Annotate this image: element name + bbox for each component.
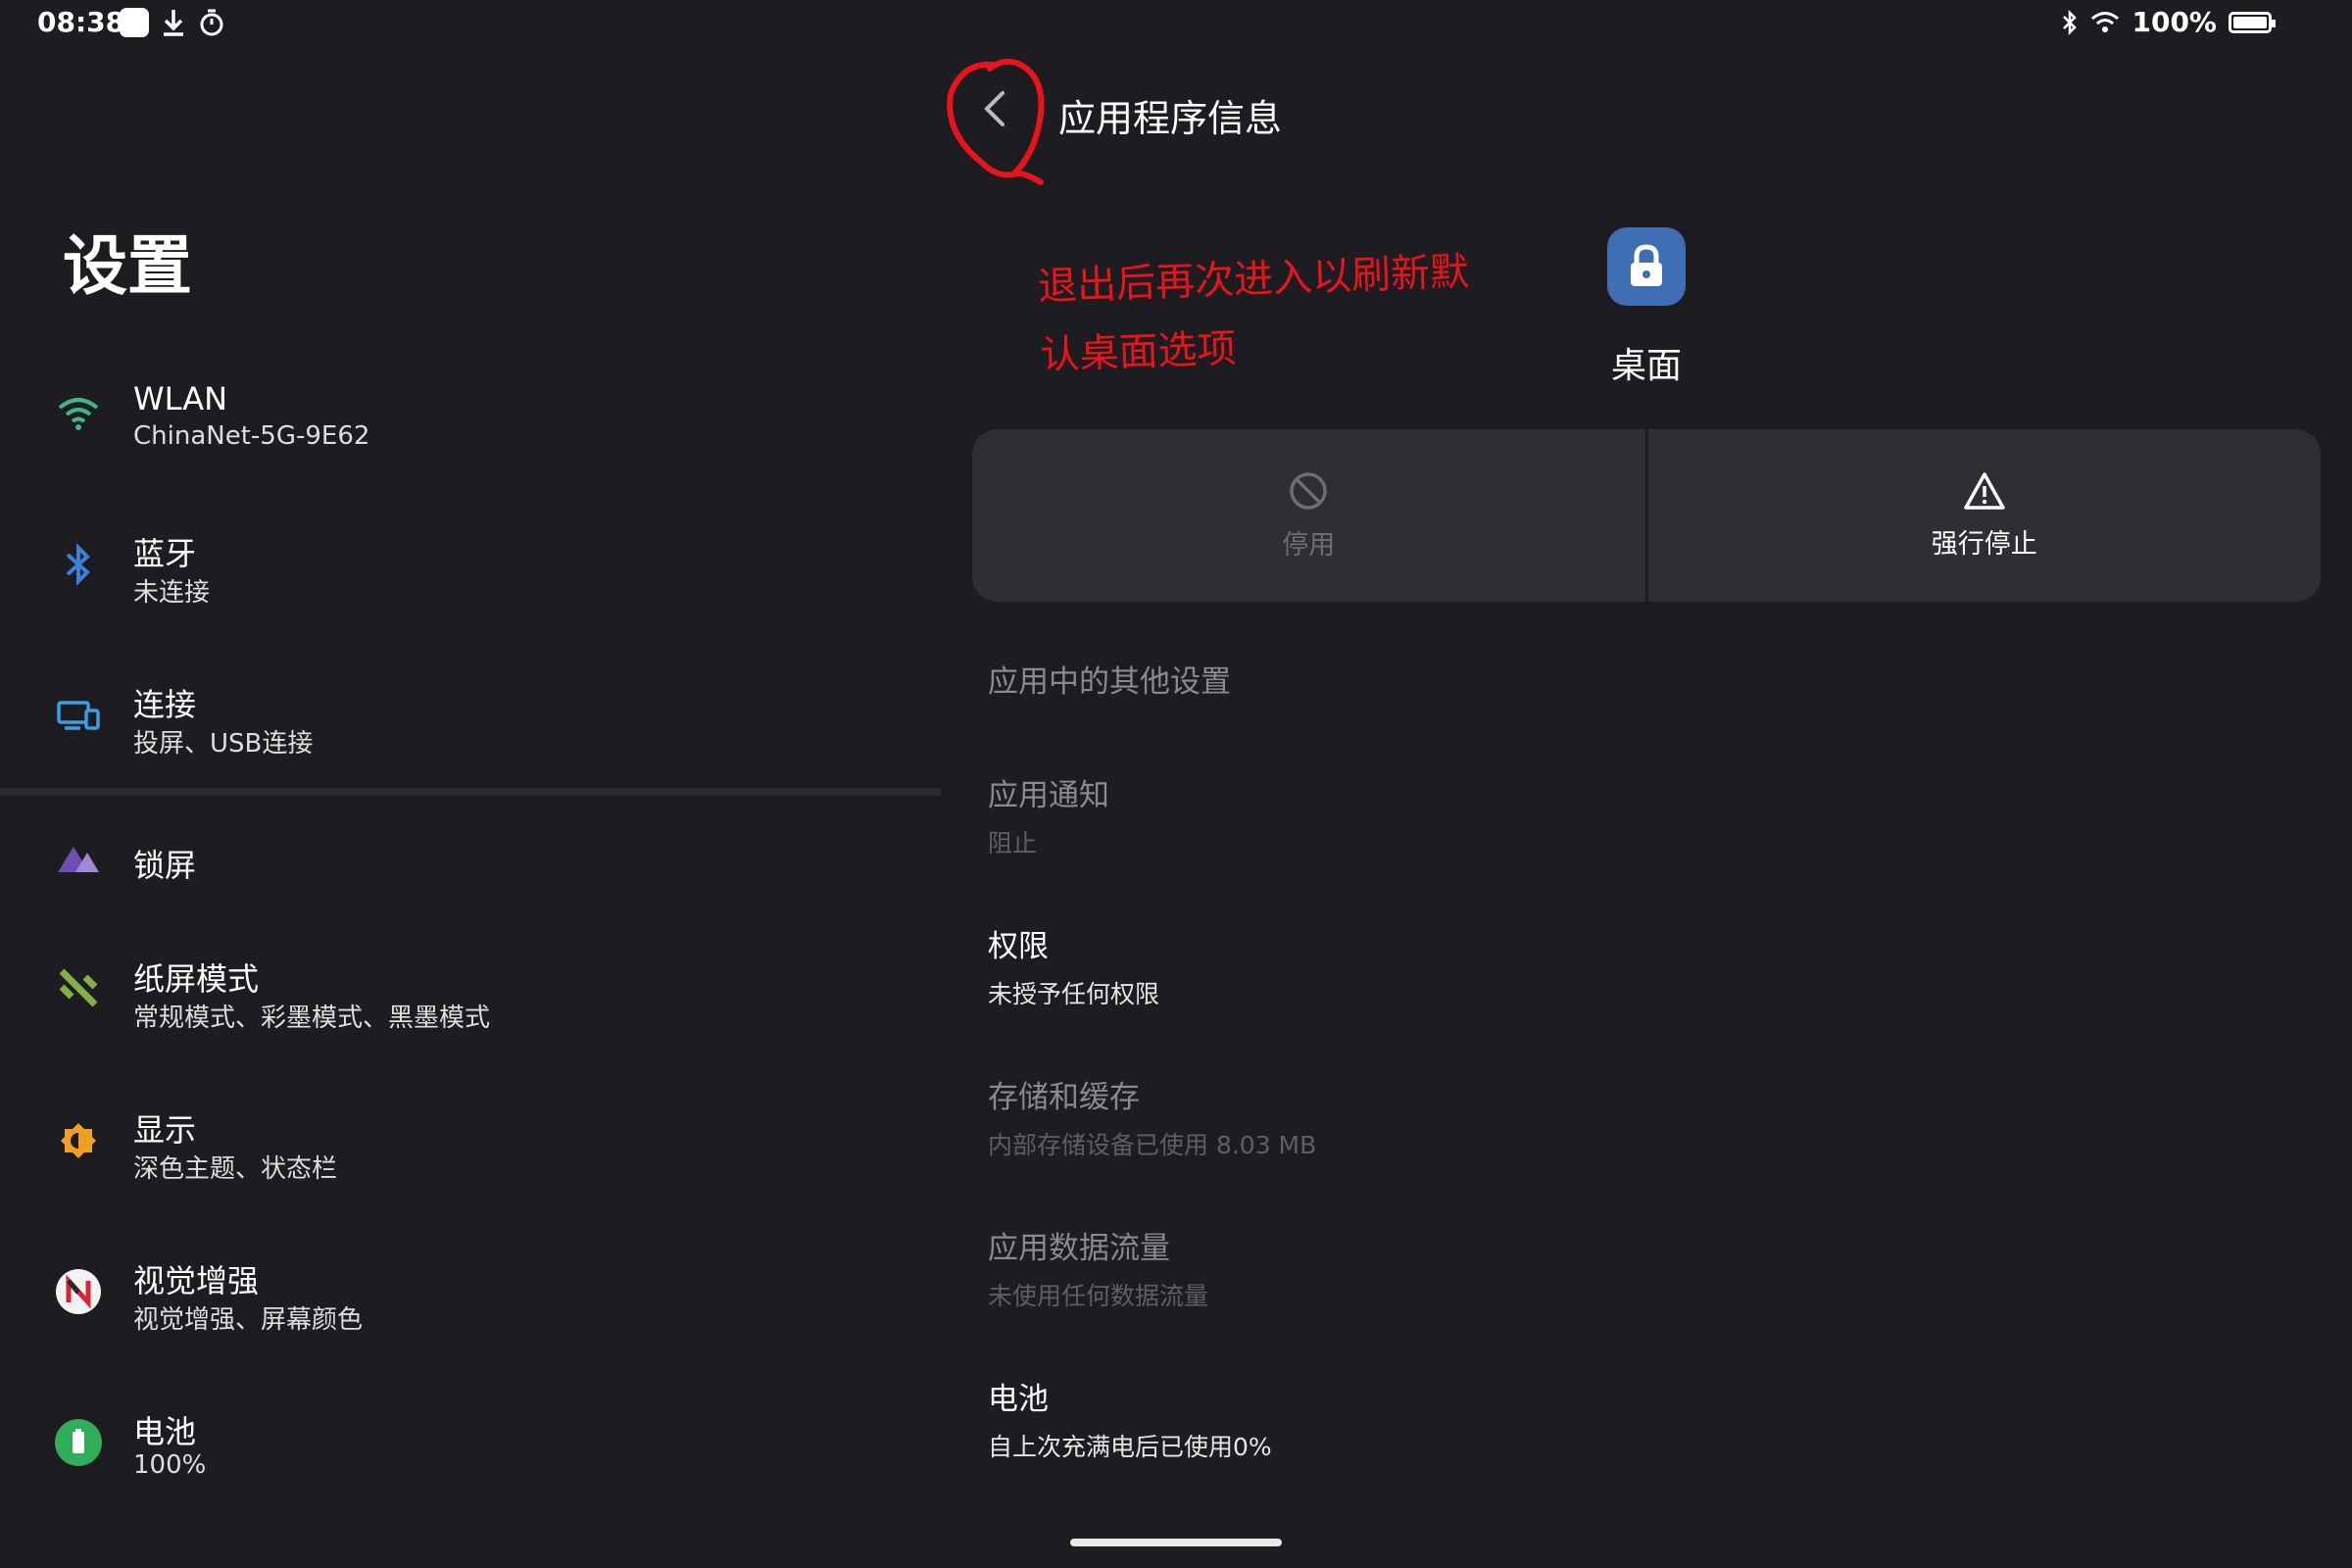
settings-item-sub: 投屏、USB连接	[133, 729, 314, 759]
row-sub: 自上次充满电后已使用0%	[988, 1433, 1272, 1461]
settings-item-sub: 未连接	[133, 578, 211, 608]
app-icon	[1607, 227, 1686, 306]
row-data-usage[interactable]: 应用数据流量 未使用任何数据流量	[988, 1223, 1208, 1312]
app-name-text: 桌面	[1610, 346, 1682, 386]
settings-item-wlan[interactable]: WLAN ChinaNet-5G-9E62	[39, 355, 921, 472]
row-sub: 阻止	[988, 829, 1038, 858]
disable-label: 停用	[1282, 529, 1336, 561]
settings-item-visual-enhance[interactable]: 视觉增强 视觉增强、屏幕颜色	[39, 1233, 921, 1350]
status-time: 08:38	[37, 6, 125, 38]
lock-icon	[1631, 244, 1662, 286]
timer-icon	[200, 9, 223, 36]
settings-item-display[interactable]: 显示 深色主题、状态栏	[39, 1082, 921, 1200]
block-icon	[1290, 471, 1327, 510]
section-divider	[0, 788, 941, 796]
row-other-settings[interactable]: 应用中的其他设置	[988, 657, 1231, 701]
settings-item-label: 锁屏	[133, 847, 197, 884]
wifi-status-icon	[2091, 11, 2120, 32]
notification-app-icon	[120, 8, 149, 37]
paper-mode-icon	[49, 958, 108, 1017]
status-left-icons	[120, 8, 225, 37]
row-permissions[interactable]: 权限 未授予任何权限	[988, 921, 1159, 1010]
warning-icon	[1964, 471, 2005, 510]
action-bar: 停用 强行停止	[972, 429, 2321, 602]
home-gesture-bar[interactable]	[1070, 1539, 1282, 1546]
settings-item-label: WLAN	[133, 380, 228, 417]
row-title: 应用通知	[988, 778, 1109, 813]
annotation-text: 退出后再次进入以刷新默 认桌面选项	[1037, 236, 1532, 390]
download-icon	[164, 10, 183, 36]
disable-button[interactable]: 停用	[972, 429, 1645, 602]
settings-item-label: 电池	[133, 1413, 197, 1450]
settings-item-label: 连接	[133, 686, 197, 723]
wifi-icon	[49, 384, 108, 443]
row-notifications[interactable]: 应用通知 阻止	[988, 770, 1109, 859]
settings-item-lockscreen[interactable]: 锁屏	[39, 800, 921, 917]
settings-item-battery[interactable]: 电池 100%	[39, 1384, 921, 1501]
settings-item-connection[interactable]: 连接 投屏、USB连接	[39, 657, 921, 774]
bluetooth-status-icon	[2063, 9, 2078, 35]
settings-item-label: 显示	[133, 1111, 197, 1149]
row-title: 权限	[988, 929, 1049, 964]
status-right: 100%	[2061, 6, 2276, 38]
row-sub: 内部存储设备已使用 8.03 MB	[988, 1131, 1317, 1159]
lockscreen-icon	[49, 829, 108, 888]
settings-item-sub: 100%	[133, 1450, 207, 1480]
row-title: 电池	[988, 1382, 1049, 1417]
settings-item-label: 蓝牙	[133, 535, 197, 572]
row-sub: 未使用任何数据流量	[988, 1282, 1209, 1310]
row-title: 存储和缓存	[988, 1080, 1140, 1115]
settings-item-sub: 深色主题、状态栏	[133, 1154, 338, 1184]
settings-item-paper-mode[interactable]: 纸屏模式 常规模式、彩墨模式、黑墨模式	[39, 929, 921, 1047]
back-button[interactable]	[970, 84, 1019, 133]
display-icon	[49, 1111, 108, 1170]
settings-item-sub: 常规模式、彩墨模式、黑墨模式	[133, 1004, 491, 1033]
battery-percent: 100%	[2132, 6, 2217, 38]
battery-icon	[49, 1413, 108, 1472]
settings-item-sub: 视觉增强、屏幕颜色	[133, 1305, 364, 1335]
app-name: 桌面	[1607, 337, 1686, 388]
settings-item-bluetooth[interactable]: 蓝牙 未连接	[39, 506, 921, 623]
page-title: 应用程序信息	[1058, 97, 1283, 140]
settings-item-label: 纸屏模式	[133, 960, 260, 998]
force-stop-button[interactable]: 强行停止	[1648, 429, 2322, 602]
devices-icon	[49, 686, 108, 745]
row-title: 应用数据流量	[988, 1231, 1170, 1266]
row-sub: 未授予任何权限	[988, 980, 1160, 1008]
battery-status-icon	[2229, 11, 2276, 33]
visual-enhance-icon	[49, 1262, 108, 1321]
bluetooth-icon	[49, 535, 108, 594]
settings-item-sub: ChinaNet-5G-9E62	[133, 421, 370, 451]
row-title: 应用中的其他设置	[988, 664, 1231, 700]
back-arrow-icon	[984, 91, 1004, 126]
settings-title: 设置	[63, 228, 192, 304]
row-battery[interactable]: 电池 自上次充满电后已使用0%	[988, 1374, 1272, 1463]
force-stop-label: 强行停止	[1931, 528, 2037, 560]
settings-item-label: 视觉增强	[133, 1262, 260, 1299]
row-storage[interactable]: 存储和缓存 内部存储设备已使用 8.03 MB	[988, 1072, 1316, 1161]
